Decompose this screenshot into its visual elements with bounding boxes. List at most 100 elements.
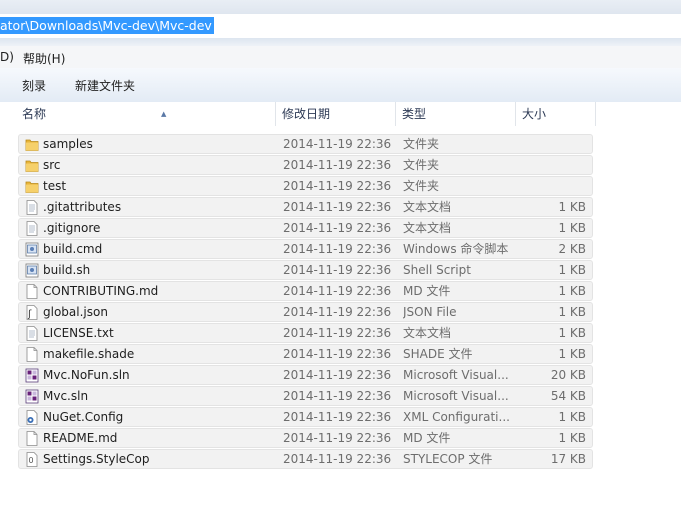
file-date: 2014-11-19 22:36 <box>283 242 392 256</box>
file-type: STYLECOP 文件 <box>403 452 493 466</box>
file-row[interactable]: CONTRIBUTING.md 2014-11-19 22:36 MD 文件 1 KB <box>18 281 593 301</box>
solution-file-icon <box>25 368 39 383</box>
blank-file-icon <box>25 284 39 299</box>
solution-file-icon <box>25 389 39 404</box>
folder-icon <box>25 137 39 152</box>
new-folder-button[interactable]: 新建文件夹 <box>75 77 135 94</box>
file-name: src <box>43 158 61 172</box>
file-row[interactable]: src 2014-11-19 22:36 文件夹 <box>18 155 593 175</box>
file-name: .gitattributes <box>43 200 122 214</box>
file-row[interactable]: Mvc.NoFun.sln 2014-11-19 22:36 Microsoft V… <box>18 365 593 385</box>
column-header-date-label: 修改日期 <box>282 107 331 121</box>
file-row[interactable]: build.cmd 2014-11-19 22:36 Windows 命令脚本 2 K… <box>18 239 593 259</box>
file-type: 文件夹 <box>403 137 440 151</box>
file-row[interactable]: test 2014-11-19 22:36 文件夹 <box>18 176 593 196</box>
column-header-type-label: 类型 <box>402 107 427 121</box>
file-type: Microsoft Visual... <box>403 389 509 403</box>
file-date: 2014-11-19 22:36 <box>283 221 392 235</box>
file-name: .gitignore <box>43 221 101 235</box>
file-date: 2014-11-19 22:36 <box>283 368 392 382</box>
file-size: 20 KB <box>550 368 586 382</box>
file-date: 2014-11-19 22:36 <box>283 284 392 298</box>
script-file-icon <box>25 242 39 257</box>
file-rows: samples 2014-11-19 22:36 文件夹 src 2014-11-19 … <box>18 134 593 470</box>
svg-text:0: 0 <box>29 456 34 465</box>
script-file-icon <box>25 263 39 278</box>
file-type: JSON File <box>403 305 457 319</box>
file-size: 1 KB <box>558 347 586 361</box>
blank-file-icon <box>25 431 39 446</box>
file-row[interactable]: ʃ global.json 2014-11-19 22:36 JSON File 1 K… <box>18 302 593 322</box>
file-date: 2014-11-19 22:36 <box>283 410 392 424</box>
file-date: 2014-11-19 22:36 <box>283 452 392 466</box>
address-path[interactable]: ator\Downloads\Mvc-dev\Mvc-dev <box>0 17 214 34</box>
file-size: 1 KB <box>558 263 586 277</box>
file-type: XML Configurati... <box>403 410 510 424</box>
file-row[interactable]: NuGet.Config 2014-11-19 22:36 XML Configur… <box>18 407 593 427</box>
file-type: 文本文档 <box>403 326 452 340</box>
file-row[interactable]: README.md 2014-11-19 22:36 MD 文件 1 KB <box>18 428 593 448</box>
file-row[interactable]: makefile.shade 2014-11-19 22:36 SHADE 文件 1 … <box>18 344 593 364</box>
blank-file-icon <box>25 347 39 362</box>
file-list-pane: 名称 ▲ 修改日期 类型 大小 samples 2014-11-19 22:36 文… <box>0 102 681 513</box>
file-size: 1 KB <box>558 326 586 340</box>
folder-icon <box>25 179 39 194</box>
file-name: test <box>43 179 67 193</box>
file-type: 文本文档 <box>403 200 452 214</box>
file-date: 2014-11-19 22:36 <box>283 431 392 445</box>
file-row[interactable]: 0 Settings.StyleCop 2014-11-19 22:36 STYLEC… <box>18 449 593 469</box>
file-date: 2014-11-19 22:36 <box>283 179 392 193</box>
config-file-icon <box>25 410 39 425</box>
file-row[interactable]: Mvc.sln 2014-11-19 22:36 Microsoft Visual.… <box>18 386 593 406</box>
file-name: samples <box>43 137 93 151</box>
file-size: 54 KB <box>550 389 586 403</box>
file-name: Settings.StyleCop <box>43 452 150 466</box>
file-type: MD 文件 <box>403 431 451 445</box>
file-size <box>526 177 586 196</box>
file-type: Windows 命令脚本 <box>403 242 509 256</box>
file-date: 2014-11-19 22:36 <box>283 305 392 319</box>
file-size: 2 KB <box>558 242 586 256</box>
column-header-type[interactable]: 类型 <box>398 102 516 126</box>
file-row[interactable]: .gitignore 2014-11-19 22:36 文本文档 1 KB <box>18 218 593 238</box>
background-tabs-strip <box>0 0 681 14</box>
toolbar: 刻录 新建文件夹 <box>0 68 681 103</box>
file-date: 2014-11-19 22:36 <box>283 158 392 172</box>
column-header-size-label: 大小 <box>522 107 547 121</box>
file-name: global.json <box>43 305 108 319</box>
file-row[interactable]: samples 2014-11-19 22:36 文件夹 <box>18 134 593 154</box>
file-type: Shell Script <box>403 263 471 277</box>
menu-item-help[interactable]: 帮助(H) <box>23 50 65 67</box>
sort-ascending-icon: ▲ <box>161 110 167 118</box>
file-name: NuGet.Config <box>43 410 124 424</box>
column-header-size[interactable]: 大小 <box>518 102 596 126</box>
text-file-icon <box>25 326 39 341</box>
file-size <box>526 156 586 175</box>
file-row[interactable]: build.sh 2014-11-19 22:36 Shell Script 1 KB <box>18 260 593 280</box>
burn-button[interactable]: 刻录 <box>22 77 46 94</box>
file-type: SHADE 文件 <box>403 347 473 361</box>
column-header-name[interactable]: 名称 ▲ <box>18 102 276 126</box>
file-date: 2014-11-19 22:36 <box>283 347 392 361</box>
file-date: 2014-11-19 22:36 <box>283 200 392 214</box>
text-file-icon <box>25 221 39 236</box>
menu-item-partial[interactable]: D) <box>0 50 14 64</box>
file-name: makefile.shade <box>43 347 135 361</box>
file-name: Mvc.sln <box>43 389 89 403</box>
folder-icon <box>25 158 39 173</box>
file-type: 文本文档 <box>403 221 452 235</box>
address-bar[interactable]: ator\Downloads\Mvc-dev\Mvc-dev <box>0 14 681 39</box>
file-type: Microsoft Visual... <box>403 368 509 382</box>
file-size: 1 KB <box>558 221 586 235</box>
column-header-date[interactable]: 修改日期 <box>278 102 396 126</box>
file-size: 1 KB <box>558 431 586 445</box>
file-date: 2014-11-19 22:36 <box>283 389 392 403</box>
file-row[interactable]: .gitattributes 2014-11-19 22:36 文本文档 1 KB <box>18 197 593 217</box>
file-name: CONTRIBUTING.md <box>43 284 159 298</box>
file-row[interactable]: LICENSE.txt 2014-11-19 22:36 文本文档 1 KB <box>18 323 593 343</box>
text-file-icon <box>25 200 39 215</box>
file-size: 1 KB <box>558 284 586 298</box>
file-name: LICENSE.txt <box>43 326 114 340</box>
file-date: 2014-11-19 22:36 <box>283 326 392 340</box>
file-size <box>526 135 586 154</box>
